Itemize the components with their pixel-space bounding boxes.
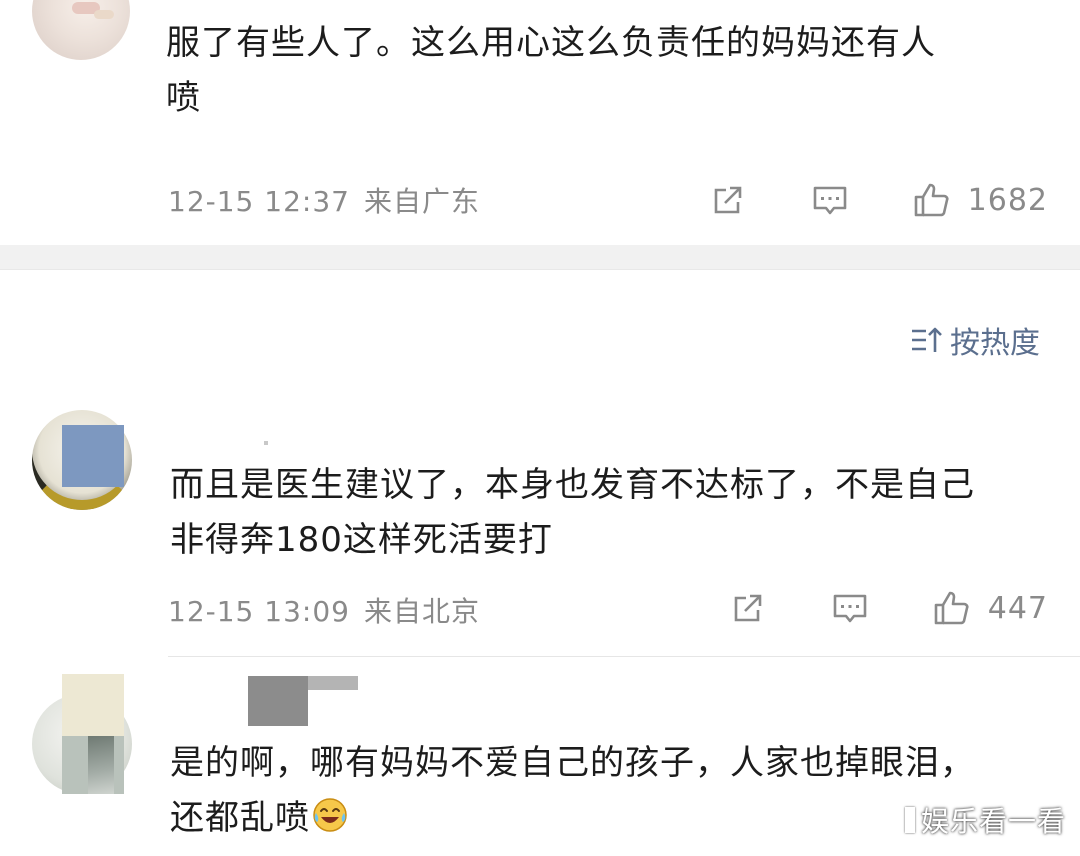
watermark-text: 娱乐看一看 [920, 805, 1066, 838]
sort-by-hot-button[interactable]: 按热度 [910, 318, 1040, 362]
username-redacted [308, 676, 358, 690]
avatar-mosaic [62, 674, 124, 736]
comment-location: 来自北京 [363, 595, 480, 628]
comment-actions: 447 [728, 586, 1048, 630]
user-avatar[interactable] [32, 0, 130, 60]
like-button[interactable]: 447 [932, 588, 1048, 628]
comment-date: 12-15 13:09 [168, 595, 350, 628]
section-separator [0, 245, 1080, 270]
sort-label: 按热度 [950, 326, 1040, 361]
comment-text-line1: 服了有些人了。这么用心这么负责任的妈妈还有人 [166, 23, 936, 63]
comment-actions: 1682 [708, 178, 1048, 222]
like-icon [912, 180, 952, 220]
avatar-mosaic [62, 736, 124, 794]
comment-text-line1: 是的啊，哪有妈妈不爱自己的孩子，人家也掉眼泪， [170, 743, 975, 783]
sort-icon [910, 325, 944, 355]
comment-date: 12-15 12:37 [168, 185, 350, 218]
comment-text: 而且是医生建议了，本身也发育不达标了，不是自己 非得奔180这样死活要打 [170, 458, 1050, 568]
comment-text-line1: 而且是医生建议了，本身也发育不达标了，不是自己 [170, 465, 975, 505]
username-redacted [264, 441, 268, 445]
share-icon[interactable] [728, 588, 768, 628]
comment-item-1: 服了有些人了。这么用心这么负责任的妈妈还有人 喷 12-15 12:37 来自广东… [0, 0, 1080, 245]
share-icon[interactable] [708, 180, 748, 220]
comment-location: 来自广东 [363, 185, 480, 218]
comment-icon[interactable] [810, 180, 850, 220]
watermark: 娱乐看一看 [904, 800, 1066, 840]
laughing-crying-emoji-icon [312, 797, 348, 833]
comment-text: 服了有些人了。这么用心这么负责任的妈妈还有人 喷 [166, 16, 1046, 126]
comment-divider [168, 656, 1080, 657]
watermark-logo-icon [904, 807, 915, 833]
comment-meta: 12-15 13:09 来自北京 [168, 590, 480, 630]
like-count: 447 [987, 590, 1048, 626]
username-redacted [248, 676, 308, 726]
like-icon [932, 588, 972, 628]
like-button[interactable]: 1682 [912, 180, 1048, 220]
comment-text-line2: 还都乱喷 [170, 798, 310, 838]
comment-icon[interactable] [830, 588, 870, 628]
comment-meta: 12-15 12:37 来自广东 [168, 180, 480, 220]
avatar-mosaic [62, 425, 124, 487]
comment-text-line2: 非得奔180这样死活要打 [170, 520, 553, 560]
like-count: 1682 [967, 182, 1048, 218]
comment-text-line2: 喷 [166, 78, 201, 118]
